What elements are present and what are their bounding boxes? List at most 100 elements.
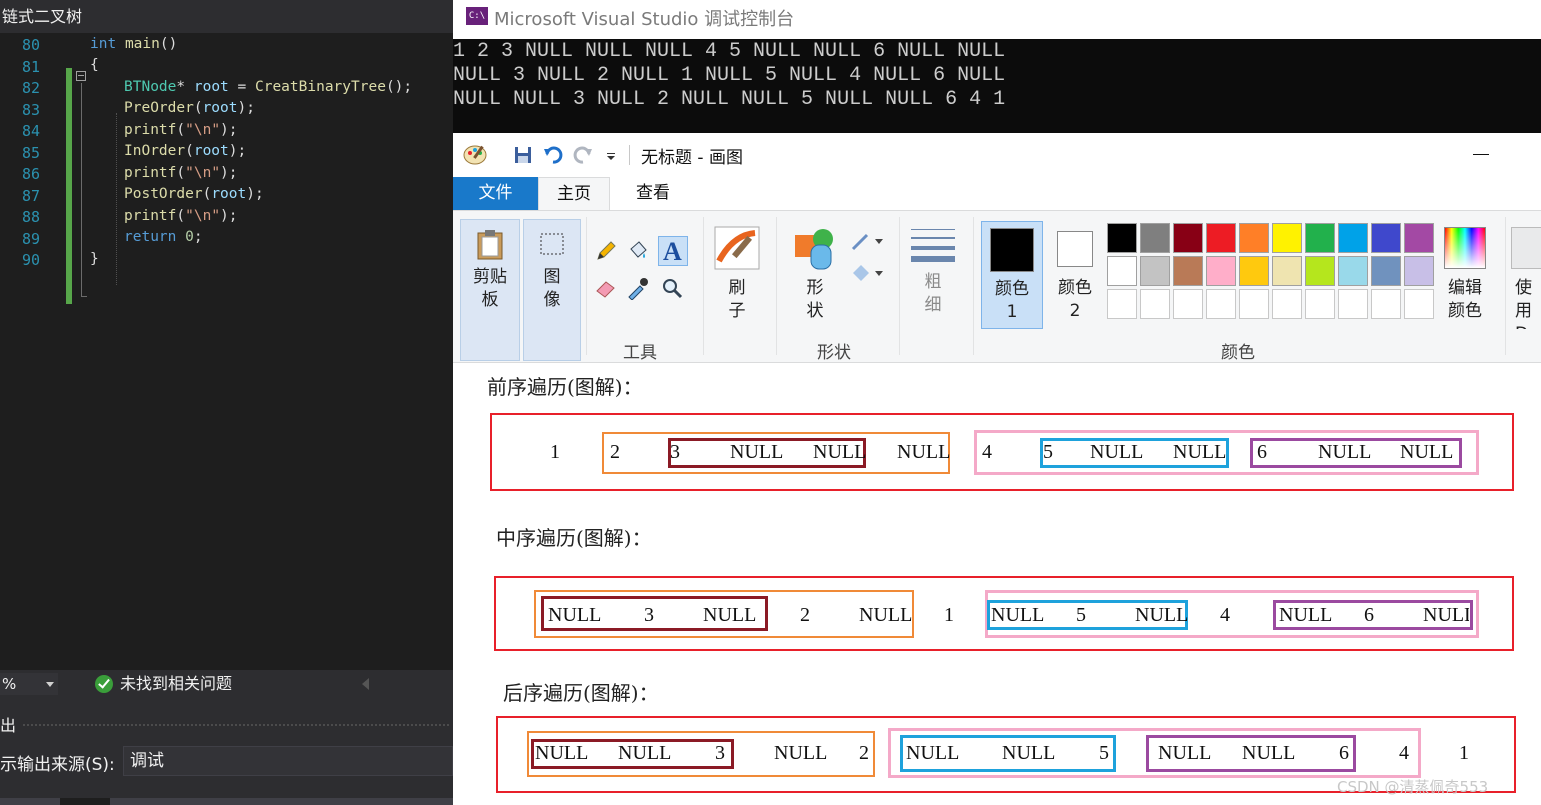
palette-custom-slot[interactable] (1239, 289, 1269, 319)
clipboard-icon (477, 230, 503, 260)
ribbon: 剪贴板 图像 A 工具 刷子 形状 形状 粗细 颜色 1 颜色 2 编辑颜色 颜… (453, 210, 1541, 363)
fold-toggle-icon[interactable] (76, 71, 86, 81)
palette-custom-slot[interactable] (1305, 289, 1335, 319)
quick-access-toolbar: 无标题 - 画图 (453, 133, 1541, 177)
palette-swatch[interactable] (1305, 223, 1335, 253)
palette-swatch[interactable] (1404, 256, 1434, 286)
console-title: Microsoft Visual Studio 调试控制台 (494, 9, 795, 30)
pre-seq-item: 2 (610, 441, 620, 463)
paint-app-icon[interactable] (463, 143, 487, 165)
scroll-left-icon[interactable] (362, 678, 369, 690)
paint3d-button[interactable]: 使用 D 进 (1511, 221, 1541, 329)
palette-swatch[interactable] (1371, 223, 1401, 253)
in-seq-item: 1 (944, 604, 954, 626)
line-number: 88 (21, 208, 40, 226)
palette-swatch[interactable] (1305, 256, 1335, 286)
palette-swatch[interactable] (1206, 223, 1236, 253)
check-circle-icon (95, 675, 113, 693)
palette-custom-slot[interactable] (1173, 289, 1203, 319)
group-separator (1505, 217, 1506, 355)
palette-swatch[interactable] (1173, 256, 1203, 286)
palette-swatch[interactable] (1107, 223, 1137, 253)
outline-icon[interactable] (849, 229, 885, 253)
pre-seq-item: 1 (550, 441, 560, 463)
post-seq-item: NULL (1158, 742, 1212, 764)
size-button[interactable]: 粗细 (905, 225, 961, 325)
palette-custom-slot[interactable] (1338, 289, 1368, 319)
pencil-icon[interactable] (594, 239, 618, 263)
paint3d-label: 使用 D 进 (1515, 278, 1532, 329)
code-line-89: return 0; (124, 229, 203, 245)
line-width-icon (911, 229, 955, 262)
color2-button[interactable]: 颜色 2 (1045, 221, 1105, 329)
in-seq-item: NULL (991, 604, 1045, 626)
panel-grip[interactable] (22, 723, 450, 728)
undo-icon[interactable] (543, 145, 563, 165)
customize-qat-icon[interactable] (604, 149, 618, 163)
shapes-button[interactable]: 形状 (787, 219, 843, 329)
redo-icon[interactable] (573, 145, 593, 165)
shapes-label: 形状 (806, 278, 824, 321)
tab-file[interactable]: 文件 (453, 177, 538, 210)
pre-seq-item: NULL (730, 441, 784, 463)
image-button[interactable]: 图像 (523, 219, 581, 361)
palette-swatch[interactable] (1404, 223, 1434, 253)
magnifier-icon[interactable] (660, 276, 684, 300)
console-line: NULL 3 NULL 2 NULL 1 NULL 5 NULL 4 NULL … (453, 64, 1006, 87)
palette-custom-slot[interactable] (1107, 289, 1137, 319)
palette-custom-slot[interactable] (1404, 289, 1434, 319)
eraser-icon[interactable] (594, 276, 618, 300)
editor-tab-title: 链式二叉树 (2, 7, 83, 26)
palette-swatch[interactable] (1239, 223, 1269, 253)
tab-view[interactable]: 查看 (613, 177, 693, 210)
text-tool-button[interactable]: A (658, 236, 688, 266)
palette-swatch[interactable] (1107, 256, 1137, 286)
color1-button[interactable]: 颜色 1 (981, 221, 1043, 329)
palette-swatch[interactable] (1140, 256, 1170, 286)
code-line-82: BTNode* root = CreatBinaryTree(); (124, 79, 413, 95)
pre-seq-item: 4 (982, 441, 992, 463)
tab-home[interactable]: 主页 (538, 177, 610, 211)
palette-custom-slot[interactable] (1371, 289, 1401, 319)
output-bottom-tab[interactable] (60, 798, 110, 805)
shapes-group-label: 形状 (817, 343, 851, 363)
in-seq-item: 6 (1364, 604, 1374, 626)
qat-separator (629, 145, 630, 165)
code-line-85: InOrder(root); (124, 143, 247, 159)
fill-bucket-icon[interactable] (626, 239, 650, 263)
post-seq-item: NULL (774, 742, 828, 764)
palette-swatch[interactable] (1338, 256, 1368, 286)
color-picker-icon[interactable] (626, 276, 650, 300)
post-seq-item: 5 (1099, 742, 1109, 764)
minimize-button[interactable] (1473, 154, 1489, 155)
palette-custom-slot[interactable] (1140, 289, 1170, 319)
palette-swatch[interactable] (1239, 256, 1269, 286)
palette-custom-slot[interactable] (1272, 289, 1302, 319)
inorder-caption: 中序遍历(图解)： (496, 526, 652, 550)
in-seq-item: 2 (800, 604, 810, 626)
group-separator (776, 217, 777, 355)
palette-swatch[interactable] (1140, 223, 1170, 253)
post-seq-item: 2 (859, 742, 869, 764)
code-editor[interactable]: 80 81 82 83 84 85 86 87 88 89 90 int mai… (0, 33, 453, 670)
zoom-dropdown[interactable]: % (0, 673, 58, 695)
issues-status[interactable]: 未找到相关问题 (120, 672, 232, 696)
save-icon[interactable] (513, 145, 533, 165)
editor-tab[interactable]: 链式二叉树 (0, 0, 453, 33)
post-seq-item: 3 (715, 742, 725, 764)
palette-swatch[interactable] (1272, 256, 1302, 286)
edit-colors-button[interactable]: 编辑颜色 (1439, 221, 1491, 329)
in-seq-item: NULL (703, 604, 757, 626)
palette-swatch[interactable] (1272, 223, 1302, 253)
palette-swatch[interactable] (1173, 223, 1203, 253)
clipboard-button[interactable]: 剪贴板 (460, 219, 520, 361)
palette-swatch[interactable] (1338, 223, 1368, 253)
output-source-dropdown[interactable]: 调试 (123, 746, 453, 776)
palette-swatch[interactable] (1206, 256, 1236, 286)
brushes-button[interactable]: 刷子 (708, 219, 766, 329)
palette-custom-slot[interactable] (1206, 289, 1236, 319)
post-seq-item: NULL (618, 742, 672, 764)
output-source-label: 示输出来源(S): (0, 755, 115, 775)
palette-swatch[interactable] (1371, 256, 1401, 286)
fill-icon[interactable] (849, 261, 885, 285)
